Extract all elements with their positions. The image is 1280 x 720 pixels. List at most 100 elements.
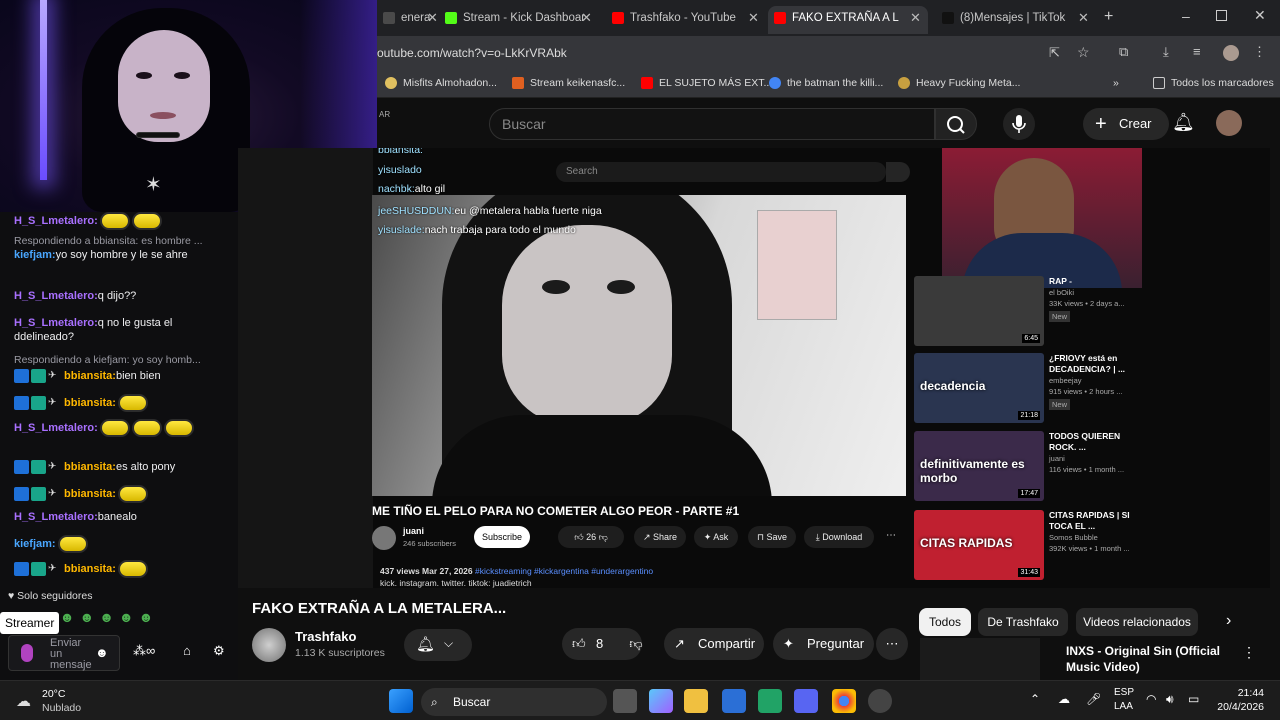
windows-start-icon[interactable] bbox=[389, 689, 413, 713]
chat-username[interactable]: H_S_Lmetalero: bbox=[14, 422, 98, 434]
mic-tray-icon[interactable]: 🎤︎ bbox=[1086, 692, 1101, 706]
chat-username[interactable]: H_S_Lmetalero: bbox=[14, 215, 98, 227]
ask-button[interactable]: ✦ Preguntar bbox=[773, 628, 874, 660]
media-icon[interactable]: ≡ bbox=[1193, 44, 1201, 59]
wings-badge-icon: ✈ bbox=[48, 397, 57, 408]
close-tab-icon[interactable]: ✕ bbox=[748, 6, 759, 30]
sidebar-text: RAP - el bOiki 33K views • 2 days a... New bbox=[1049, 276, 1125, 322]
close-tab-icon[interactable]: ✕ bbox=[427, 6, 438, 30]
profile-avatar[interactable] bbox=[1223, 45, 1239, 61]
chat-message: ✈ bbiansita: bbox=[14, 560, 234, 578]
chat-username[interactable]: H_S_Lmetalero: bbox=[14, 511, 98, 523]
install-app-icon[interactable]: ⇱ bbox=[1049, 45, 1060, 61]
wings-badge-icon: ✈ bbox=[48, 563, 57, 574]
new-tab-icon[interactable]: + bbox=[1104, 8, 1113, 26]
chevron-up-icon[interactable]: ⌃ bbox=[1030, 692, 1040, 706]
emoji-icon[interactable]: ☻ bbox=[95, 645, 109, 660]
close-tab-icon[interactable]: ✕ bbox=[581, 6, 592, 30]
cloud-sync-icon[interactable]: ☁ bbox=[1058, 692, 1070, 706]
notifications-bell-icon[interactable]: 🔔︎ bbox=[1172, 112, 1195, 133]
browser-tab[interactable]: (8)Mensajes | TikTok ✕ bbox=[936, 6, 1096, 34]
minimize-icon[interactable]: – bbox=[1182, 8, 1190, 24]
extensions-icon[interactable]: ⧉ bbox=[1119, 44, 1128, 60]
voice-search-button[interactable] bbox=[1003, 108, 1035, 140]
chip-de-trashfako[interactable]: De Trashfako bbox=[978, 608, 1068, 636]
chip-todos[interactable]: Todos bbox=[919, 608, 971, 636]
wifi-icon[interactable]: ◠ bbox=[1146, 692, 1156, 706]
channel-name[interactable]: Trashfako bbox=[295, 629, 356, 644]
inner-search-box: Search bbox=[556, 162, 886, 182]
chat-username[interactable]: bbiansita: bbox=[64, 563, 116, 575]
close-tab-icon[interactable]: ✕ bbox=[1078, 6, 1089, 30]
channel-avatar[interactable] bbox=[252, 628, 286, 662]
search-input[interactable]: Buscar bbox=[489, 108, 935, 140]
file-explorer-icon[interactable] bbox=[684, 689, 708, 713]
share-button[interactable]: ↗ Compartir bbox=[664, 628, 764, 660]
chat-message: H_S_Lmetalero:banealo bbox=[14, 511, 137, 523]
battery-icon[interactable]: ▭ bbox=[1188, 692, 1199, 706]
account-avatar[interactable] bbox=[1216, 110, 1242, 136]
volume-icon[interactable]: 🔊︎ bbox=[1166, 692, 1174, 707]
chip-videos-relacionados[interactable]: Videos relacionados bbox=[1076, 608, 1198, 636]
browser-tab[interactable]: Trashfako - YouTube ✕ bbox=[606, 6, 766, 34]
chat-username[interactable]: bbiansita: bbox=[64, 370, 116, 382]
chat-username[interactable]: H_S_Lmetalero: bbox=[14, 317, 98, 329]
more-actions-button[interactable]: ⋯ bbox=[876, 628, 908, 660]
subscription-bell-button[interactable]: 🔔︎ ⌵ bbox=[404, 629, 472, 661]
bookmark-item[interactable]: Misfits Almohadon... bbox=[385, 77, 497, 90]
download-icon[interactable]: ⤓ bbox=[1163, 44, 1169, 60]
chat-message: ✈ bbiansita: bbox=[14, 394, 234, 412]
minion-emote-icon bbox=[131, 212, 162, 230]
all-bookmarks[interactable]: Todos los marcadores bbox=[1153, 77, 1274, 90]
recommended-title[interactable]: INXS - Original Sin (Official Music Vide… bbox=[1066, 643, 1226, 675]
taskbar-search[interactable]: ⌕ Buscar bbox=[421, 688, 607, 716]
chat-username[interactable]: bbiansita: bbox=[64, 397, 116, 409]
inner-channel-avatar bbox=[372, 526, 396, 550]
maximize-icon[interactable] bbox=[1216, 10, 1227, 21]
chevron-right-icon[interactable]: › bbox=[1226, 612, 1231, 630]
browser-tab[interactable]: FAKO EXTRAÑA A L ✕ bbox=[768, 6, 928, 34]
search-button[interactable] bbox=[935, 108, 977, 140]
chat-username[interactable]: H_S_Lmetalero: bbox=[14, 290, 98, 302]
copilot-icon[interactable] bbox=[649, 689, 673, 713]
points-icon[interactable]: ⁂∞ bbox=[133, 643, 155, 659]
address-bar[interactable]: outube.com/watch?v=o-LkKrVRAbk ⇱ ☆ ⧉ ⤓ ≡… bbox=[377, 36, 1280, 71]
obs-icon[interactable] bbox=[868, 689, 892, 713]
chat-message: kiefjam: bbox=[14, 535, 234, 553]
chrome-icon[interactable] bbox=[832, 689, 856, 713]
bookmark-item[interactable]: Heavy Fucking Meta... bbox=[898, 77, 1020, 90]
more-bookmarks-icon[interactable]: » bbox=[1113, 77, 1119, 89]
discord-icon[interactable] bbox=[794, 689, 818, 713]
close-tab-icon[interactable]: ✕ bbox=[910, 6, 921, 30]
browser-tab[interactable]: enera ✕ bbox=[377, 6, 445, 34]
sidebar-thumbnail: 6:45 bbox=[914, 276, 1044, 346]
video-player[interactable]: Search bbiansita: yisuslado nachbk:alto gi… bbox=[238, 148, 1270, 588]
chat-badge-icon bbox=[31, 562, 46, 576]
close-window-icon[interactable]: ✕ bbox=[1254, 7, 1266, 24]
excel-icon[interactable] bbox=[758, 689, 782, 713]
chat-username[interactable]: bbiansita: bbox=[64, 461, 116, 473]
chat-username[interactable]: kiefjam: bbox=[14, 249, 56, 261]
bookmark-item[interactable]: EL SUJETO MÁS EXT... bbox=[641, 77, 772, 90]
send-message-input[interactable]: Enviar un mensaje ☻ bbox=[8, 635, 120, 671]
menu-dots-icon[interactable]: ⋮ bbox=[1253, 44, 1266, 60]
task-view-icon[interactable] bbox=[613, 689, 637, 713]
mic-icon[interactable] bbox=[21, 644, 33, 662]
chat-reply-line: Respondiendo a bbiansita: es hombre ... bbox=[14, 235, 203, 247]
more-vert-icon[interactable]: ⋮ bbox=[1242, 644, 1256, 661]
store-icon[interactable]: ⌂ bbox=[183, 643, 191, 658]
bookmark-item[interactable]: Stream keikenasfc... bbox=[512, 77, 625, 90]
overlay-chat-line: yisuslado bbox=[378, 164, 422, 176]
chat-username[interactable]: kiefjam: bbox=[14, 538, 56, 550]
chat-username[interactable]: bbiansita: bbox=[64, 488, 116, 500]
settings-gear-icon[interactable]: ⚙ bbox=[213, 643, 225, 659]
word-icon[interactable] bbox=[722, 689, 746, 713]
sidebar-thumbnail: CITAS RAPIDAS 31:43 bbox=[914, 510, 1044, 580]
bookmark-star-icon[interactable]: ☆ bbox=[1077, 44, 1090, 61]
minion-emote-icon bbox=[117, 485, 148, 503]
create-button[interactable]: + Crear bbox=[1083, 108, 1169, 140]
browser-tab[interactable]: Stream - Kick Dashboar ✕ bbox=[439, 6, 599, 34]
recommended-thumbnail[interactable] bbox=[920, 638, 1040, 680]
bookmark-item[interactable]: the batman the killi... bbox=[769, 77, 883, 90]
dislike-button[interactable]: 👎︎ bbox=[620, 628, 652, 660]
